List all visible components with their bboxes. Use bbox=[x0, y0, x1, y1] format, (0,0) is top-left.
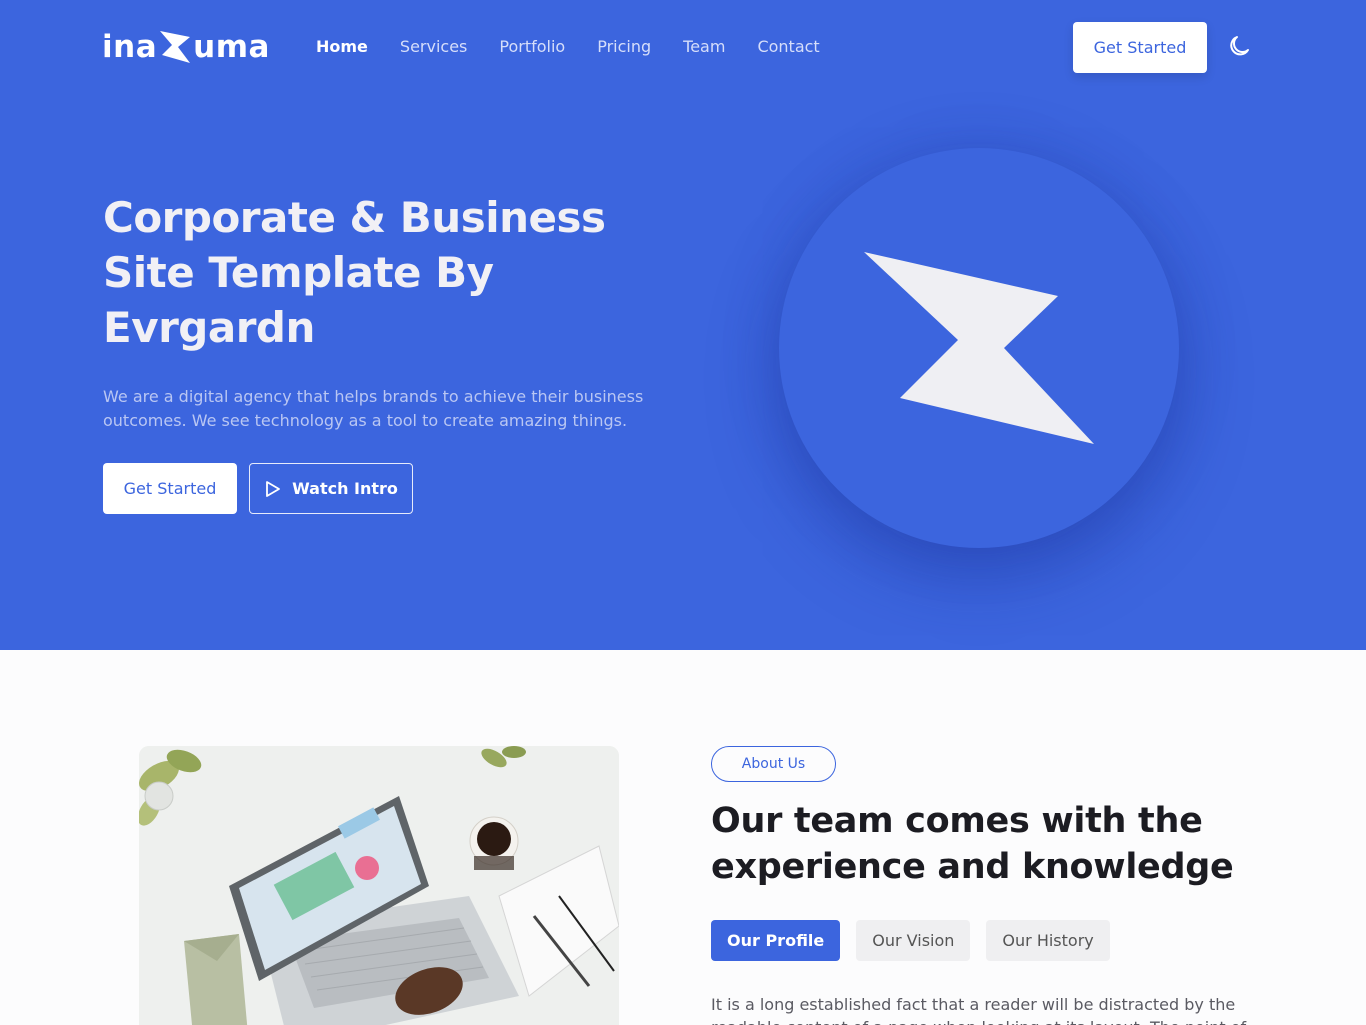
watch-intro-button[interactable]: Watch Intro bbox=[249, 463, 413, 514]
hero-title: Corporate & Business Site Template By Ev… bbox=[103, 193, 606, 352]
logo-bolt-icon bbox=[160, 31, 191, 63]
nav-item-pricing[interactable]: Pricing bbox=[597, 36, 651, 58]
tab-our-vision[interactable]: Our Vision bbox=[856, 920, 971, 961]
logo-text-right: uma bbox=[193, 29, 270, 65]
nav-get-started-button[interactable]: Get Started bbox=[1073, 22, 1207, 73]
about-tabs: Our Profile Our Vision Our History bbox=[711, 920, 1110, 961]
nav-item-services[interactable]: Services bbox=[400, 36, 467, 58]
hero-get-started-button[interactable]: Get Started bbox=[103, 463, 237, 514]
about-section: About Us Our team comes with the experie… bbox=[0, 650, 1366, 1025]
hero-description: We are a digital agency that helps brand… bbox=[103, 387, 644, 430]
nav-item-contact[interactable]: Contact bbox=[757, 36, 819, 58]
nav-item-team[interactable]: Team bbox=[683, 36, 725, 58]
about-paragraph: It is a long established fact that a rea… bbox=[711, 995, 1246, 1025]
nav-item-portfolio[interactable]: Portfolio bbox=[499, 36, 565, 58]
logo-text-left: ina bbox=[102, 29, 158, 65]
tab-our-history[interactable]: Our History bbox=[986, 920, 1110, 961]
moon-icon[interactable] bbox=[1226, 33, 1252, 59]
navbar: ina uma Home Services Portfolio Pricing … bbox=[0, 0, 1366, 95]
about-us-badge: About Us bbox=[711, 746, 836, 782]
about-title: Our team comes with the experience and k… bbox=[711, 801, 1234, 887]
laptop-desk-illustration bbox=[139, 746, 619, 1025]
about-image bbox=[139, 746, 619, 1025]
nav-item-home[interactable]: Home bbox=[316, 36, 368, 58]
nav-menu: Home Services Portfolio Pricing Team Con… bbox=[316, 36, 852, 58]
play-icon bbox=[266, 480, 280, 497]
tab-our-profile[interactable]: Our Profile bbox=[711, 920, 841, 961]
site-logo[interactable]: ina uma bbox=[102, 26, 270, 68]
hero-bolt-icon bbox=[864, 252, 1094, 444]
watch-intro-label: Watch Intro bbox=[292, 479, 398, 498]
hero-section: ina uma Home Services Portfolio Pricing … bbox=[0, 0, 1366, 650]
